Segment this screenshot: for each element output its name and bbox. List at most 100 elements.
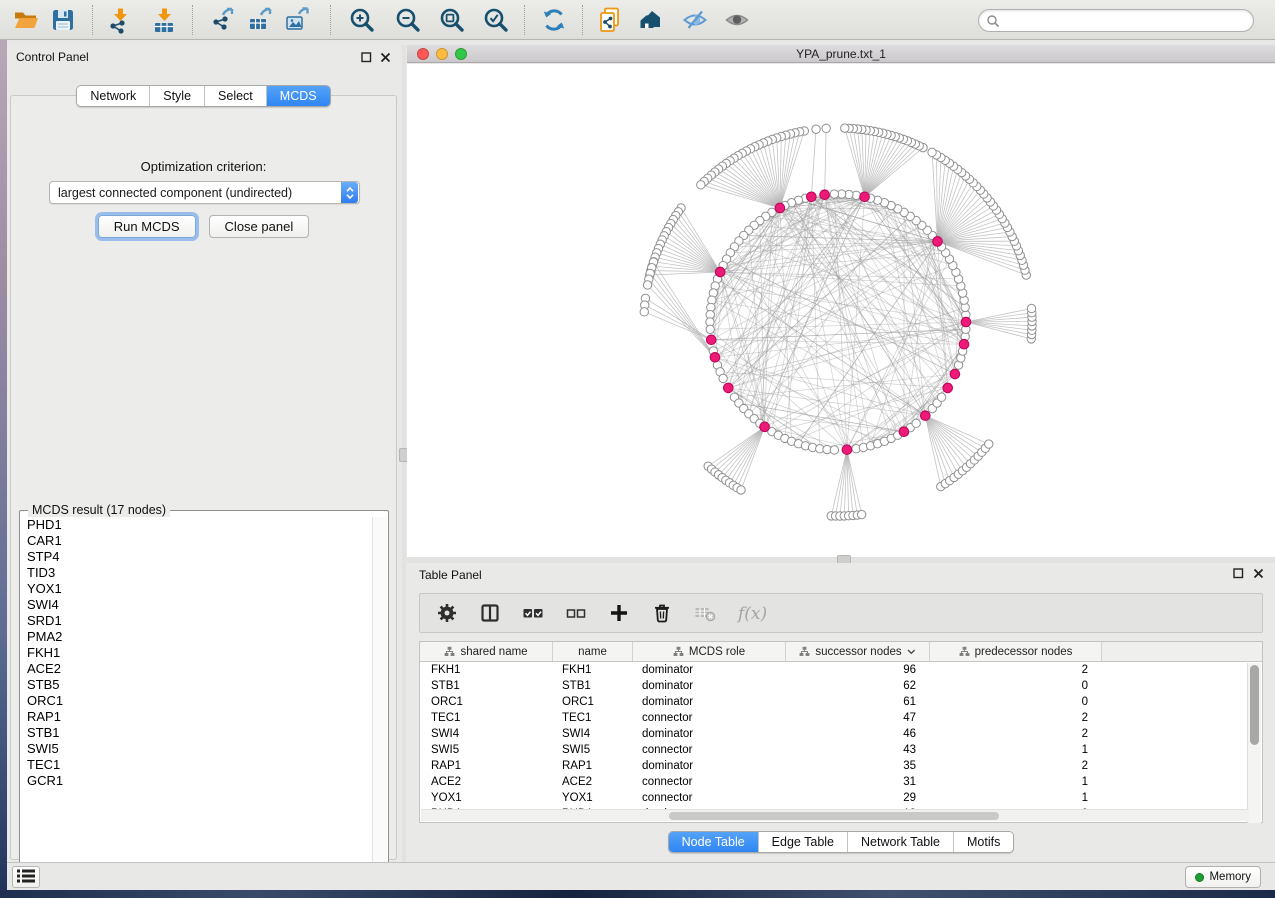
tab-mcds[interactable]: MCDS	[267, 86, 330, 106]
save-session-button[interactable]	[45, 2, 81, 38]
column-header-name[interactable]: name	[553, 642, 633, 661]
home-button[interactable]	[634, 2, 670, 38]
table-options-gear-button[interactable]	[434, 600, 460, 626]
mcds-result-list[interactable]: PHD1CAR1STP4TID3YOX1SWI4SRD1PMA2FKH1ACE2…	[21, 517, 373, 878]
mcds-result-item[interactable]: FKH1	[21, 645, 373, 661]
run-mcds-button[interactable]: Run MCDS	[98, 215, 196, 238]
houses-icon	[638, 6, 666, 34]
zoom-in-button[interactable]	[344, 2, 380, 38]
table-horizontal-scrollbar[interactable]	[421, 809, 1249, 821]
table-row[interactable]: YOX1YOX1connector291	[420, 790, 1248, 806]
table-row[interactable]: ORC1ORC1dominator610	[420, 694, 1248, 710]
export-network-button[interactable]	[205, 2, 241, 38]
export-image-button[interactable]	[279, 2, 315, 38]
fx-icon: f(x)	[736, 601, 772, 625]
tab-style[interactable]: Style	[150, 86, 205, 106]
column-header-shared-name[interactable]: shared name	[420, 642, 553, 661]
tab-network[interactable]: Network	[77, 86, 150, 106]
mcds-result-item[interactable]: STB5	[21, 677, 373, 693]
float-table-panel-button[interactable]	[1231, 567, 1245, 581]
table-vertical-scrollbar[interactable]	[1247, 663, 1261, 823]
unchecked-boxes-icon	[564, 602, 588, 624]
vertical-splitter[interactable]	[402, 45, 406, 862]
optimization-criterion-label: Optimization criterion:	[11, 159, 396, 174]
node-table-body: FKH1FKH1dominator962STB1STB1dominator620…	[420, 662, 1248, 823]
tab-edge-table[interactable]: Edge Table	[759, 832, 848, 852]
refresh-button[interactable]	[536, 2, 572, 38]
zoom-in-icon	[348, 6, 376, 34]
export-table-button[interactable]	[242, 2, 278, 38]
mcds-result-item[interactable]: PHD1	[21, 517, 373, 533]
table-cell: connector	[633, 712, 786, 724]
table-row[interactable]: TEC1TEC1connector472	[420, 710, 1248, 726]
show-log-button[interactable]	[12, 866, 40, 888]
tab-motifs[interactable]: Motifs	[954, 832, 1013, 852]
share-document-button[interactable]	[592, 2, 628, 38]
scrollbar-thumb[interactable]	[1250, 665, 1259, 745]
delete-column-button[interactable]	[649, 600, 675, 626]
select-all-checkboxes-button[interactable]	[520, 600, 546, 626]
open-file-button[interactable]	[8, 2, 44, 38]
scrollbar-thumb[interactable]	[669, 812, 999, 820]
mcds-result-item[interactable]: ORC1	[21, 693, 373, 709]
import-network-button[interactable]	[102, 2, 138, 38]
column-label: successor nodes	[815, 646, 901, 658]
mcds-result-item[interactable]: CAR1	[21, 533, 373, 549]
search-input[interactable]	[1000, 14, 1253, 28]
mcds-result-item[interactable]: TEC1	[21, 757, 373, 773]
mcds-result-item[interactable]: GCR1	[21, 773, 373, 789]
mcds-result-item[interactable]: SRD1	[21, 613, 373, 629]
network-titlebar[interactable]: YPA_prune.txt_1	[407, 45, 1275, 63]
mcds-result-item[interactable]: SWI5	[21, 741, 373, 757]
search-field[interactable]	[978, 9, 1254, 32]
tab-select[interactable]: Select	[205, 86, 267, 106]
network-window: YPA_prune.txt_1	[407, 45, 1275, 557]
mcds-list-scrollbar[interactable]	[372, 517, 387, 878]
zoom-fit-button[interactable]	[434, 2, 470, 38]
table-row[interactable]: RAP1RAP1dominator352	[420, 758, 1248, 774]
zoom-selected-button[interactable]	[478, 2, 514, 38]
show-columns-button[interactable]	[477, 600, 503, 626]
column-header-successor-nodes[interactable]: successor nodes	[786, 642, 930, 661]
desktop-wallpaper-left	[0, 40, 7, 890]
hide-graphics-details-button[interactable]	[677, 2, 713, 38]
toolbar-separator	[582, 5, 583, 35]
table-row[interactable]: ACE2ACE2connector311	[420, 774, 1248, 790]
close-table-panel-button[interactable]	[1251, 567, 1265, 581]
table-cell: 61	[786, 696, 930, 708]
table-row[interactable]: SWI4SWI4dominator462	[420, 726, 1248, 742]
column-header-predecessor-nodes[interactable]: predecessor nodes	[930, 642, 1102, 661]
show-graphics-details-button[interactable]	[719, 2, 755, 38]
add-column-button[interactable]	[606, 600, 632, 626]
table-cell: RAP1	[553, 760, 633, 772]
table-row[interactable]: SWI5SWI5connector431	[420, 742, 1248, 758]
mcds-result-item[interactable]: STP4	[21, 549, 373, 565]
zoom-out-button[interactable]	[390, 2, 426, 38]
memory-button[interactable]: Memory	[1185, 866, 1261, 888]
table-row[interactable]: STB1STB1dominator620	[420, 678, 1248, 694]
function-builder-button: f(x)	[735, 600, 773, 626]
float-panel-button[interactable]	[359, 51, 373, 65]
shared-column-icon	[799, 646, 810, 657]
close-panel-button[interactable]	[378, 51, 392, 65]
mcds-result-item[interactable]: SWI4	[21, 597, 373, 613]
mcds-result-item[interactable]: PMA2	[21, 629, 373, 645]
column-header-mcds-role[interactable]: MCDS role	[633, 642, 786, 661]
network-canvas[interactable]	[407, 64, 1275, 557]
mcds-result-item[interactable]: YOX1	[21, 581, 373, 597]
mcds-result-item[interactable]: RAP1	[21, 709, 373, 725]
tab-node-table[interactable]: Node Table	[669, 832, 759, 852]
mcds-result-item[interactable]: STB1	[21, 725, 373, 741]
close-panel-action-button[interactable]: Close panel	[209, 215, 310, 238]
optimization-criterion-select[interactable]: largest connected component (undirected)	[49, 181, 360, 204]
table-tabs: Node Table Edge Table Network Table Moti…	[668, 831, 1015, 853]
trash-icon	[651, 602, 673, 624]
tab-network-table[interactable]: Network Table	[848, 832, 954, 852]
table-row[interactable]: FKH1FKH1dominator962	[420, 662, 1248, 678]
mcds-result-item[interactable]: TID3	[21, 565, 373, 581]
float-icon	[1233, 568, 1244, 579]
import-table-button[interactable]	[146, 2, 182, 38]
mcds-result-item[interactable]: ACE2	[21, 661, 373, 677]
table-cell: 43	[786, 744, 930, 756]
deselect-all-checkboxes-button[interactable]	[563, 600, 589, 626]
